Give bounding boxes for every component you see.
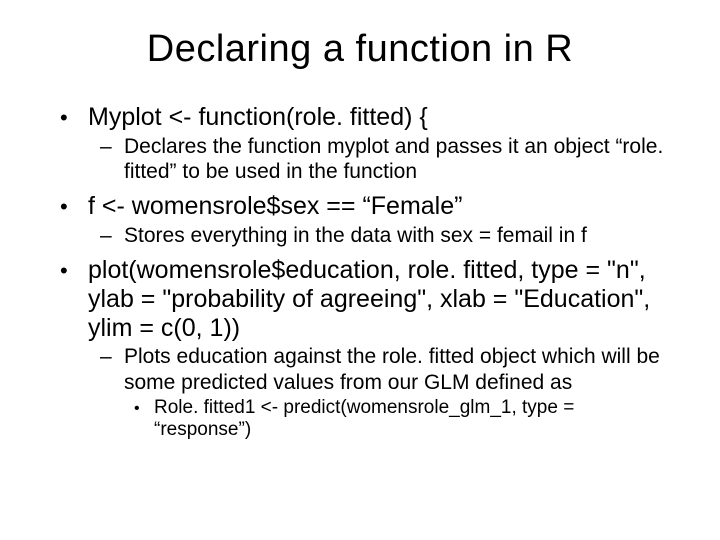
- bullet-text: Declares the function myplot and passes …: [124, 134, 670, 184]
- slide-content: • Myplot <- function(role. fitted) { – D…: [50, 103, 670, 442]
- bullet-text: f <- womensrole$sex == “Female”: [88, 192, 670, 221]
- bullet-level2: – Declares the function myplot and passe…: [100, 134, 670, 184]
- bullet-text: plot(womensrole$education, role. fitted,…: [88, 256, 670, 342]
- bullet-level2: – Plots education against the role. fitt…: [100, 344, 670, 394]
- bullet-text: Stores everything in the data with sex =…: [124, 223, 670, 248]
- bullet-text: Myplot <- function(role. fitted) {: [88, 103, 670, 132]
- bullet-marker: •: [60, 256, 88, 283]
- bullet-text: Plots education against the role. fitted…: [124, 344, 670, 394]
- bullet-text: Role. fitted1 <- predict(womensrole_glm_…: [154, 397, 670, 443]
- bullet-marker: •: [134, 397, 154, 418]
- dash-marker: –: [100, 344, 124, 369]
- bullet-level3: • Role. fitted1 <- predict(womensrole_gl…: [134, 397, 670, 443]
- dash-marker: –: [100, 134, 124, 159]
- bullet-level1: • f <- womensrole$sex == “Female”: [60, 192, 670, 221]
- bullet-marker: •: [60, 103, 88, 130]
- bullet-level1: • plot(womensrole$education, role. fitte…: [60, 256, 670, 342]
- slide-title: Declaring a function in R: [50, 28, 670, 71]
- bullet-level2: – Stores everything in the data with sex…: [100, 223, 670, 248]
- bullet-level1: • Myplot <- function(role. fitted) {: [60, 103, 670, 132]
- dash-marker: –: [100, 223, 124, 248]
- bullet-marker: •: [60, 192, 88, 219]
